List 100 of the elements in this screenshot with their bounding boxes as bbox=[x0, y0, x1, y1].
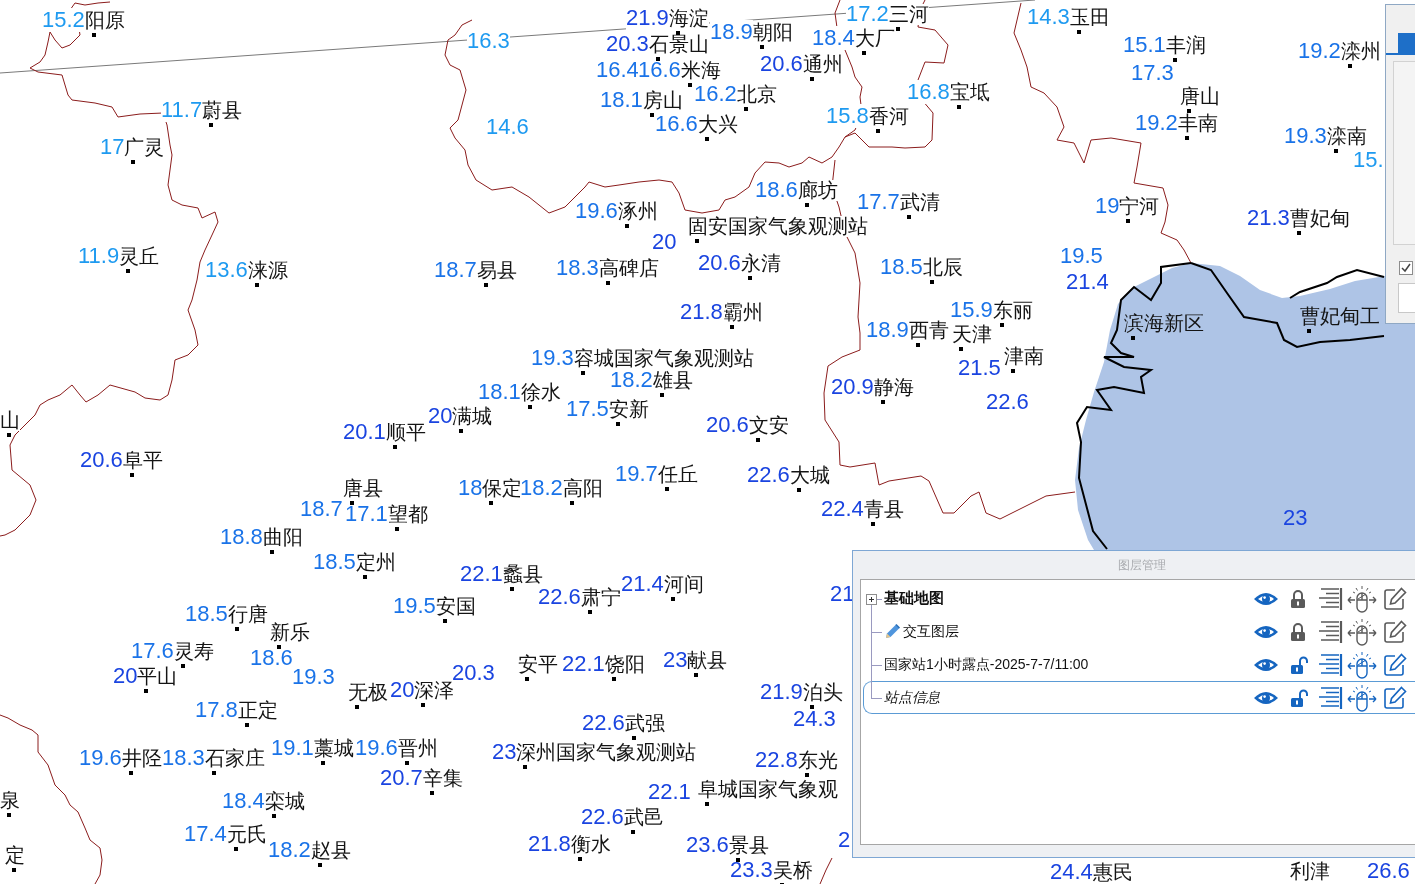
expand-icon[interactable] bbox=[866, 593, 877, 605]
layer-row[interactable]: 站点信息 bbox=[863, 681, 1415, 714]
station-marker-icon bbox=[131, 159, 136, 164]
station-marker-icon bbox=[421, 702, 426, 707]
mouse-icon[interactable] bbox=[1347, 584, 1377, 613]
station-name: 曹妃甸 bbox=[1289, 207, 1350, 229]
station-marker-icon bbox=[755, 437, 760, 442]
station-marker-icon bbox=[129, 472, 134, 477]
station-marker-icon bbox=[624, 223, 629, 228]
station-name: 滦州 bbox=[1340, 40, 1381, 62]
eye-icon[interactable] bbox=[1253, 656, 1279, 673]
station-name: 高阳 bbox=[562, 477, 603, 499]
station-marker-icon bbox=[611, 676, 616, 681]
station-marker-icon bbox=[804, 202, 809, 207]
dew-point-value: 18.4 bbox=[812, 26, 855, 50]
station-name: 惠民 bbox=[1092, 861, 1133, 883]
station-name: 赵县 bbox=[310, 839, 351, 861]
edit-icon[interactable] bbox=[1383, 685, 1407, 710]
station-marker-icon bbox=[394, 526, 399, 531]
station-marker-icon bbox=[915, 342, 920, 347]
station-name: 利津 bbox=[1290, 860, 1330, 882]
dew-point-value: 23 bbox=[1283, 506, 1308, 530]
station-marker-icon bbox=[809, 704, 814, 709]
station-marker-icon bbox=[509, 586, 514, 591]
station-marker-icon bbox=[804, 772, 809, 777]
list-icon[interactable] bbox=[1317, 619, 1343, 644]
eye-icon[interactable] bbox=[1253, 623, 1279, 640]
station-marker-icon bbox=[1076, 29, 1081, 34]
eye-icon[interactable] bbox=[1253, 689, 1279, 706]
station-name: 徐水 bbox=[520, 381, 561, 403]
layer-name: 基础地图 bbox=[884, 589, 944, 608]
station-marker-icon bbox=[1131, 335, 1135, 340]
station-marker-icon bbox=[615, 421, 620, 426]
list-icon[interactable] bbox=[1317, 586, 1343, 611]
layer-row[interactable]: 交互图层 bbox=[863, 615, 1415, 648]
station-name: 广灵 bbox=[124, 136, 165, 158]
layer-row[interactable]: 基础地图 bbox=[863, 582, 1415, 615]
station-marker-icon bbox=[659, 392, 664, 397]
station-name: 阜平 bbox=[122, 449, 163, 471]
station-name: 河间 bbox=[663, 573, 704, 595]
station-marker-icon bbox=[12, 867, 16, 872]
mouse-icon[interactable] bbox=[1347, 617, 1377, 646]
station-name: 井陉 bbox=[121, 747, 162, 769]
station-marker-icon bbox=[735, 857, 740, 862]
station-name: 武清 bbox=[899, 191, 940, 213]
edit-icon[interactable] bbox=[1383, 652, 1407, 677]
layer-row[interactable]: 国家站1小时露点-2025-7-7/11:00 bbox=[863, 648, 1415, 681]
station-name: 平山 bbox=[137, 665, 178, 687]
pencil-icon bbox=[884, 623, 901, 640]
eye-icon[interactable] bbox=[1253, 590, 1279, 607]
station-marker-icon bbox=[254, 282, 259, 287]
station-name: 海淀 bbox=[668, 7, 709, 29]
station-name: 无极 bbox=[348, 681, 388, 703]
unlocked-icon[interactable] bbox=[1289, 654, 1309, 675]
station-marker-icon bbox=[670, 596, 675, 601]
layer-name: 交互图层 bbox=[903, 622, 959, 641]
checkbox[interactable] bbox=[1399, 261, 1413, 275]
station-name: 宁河 bbox=[1119, 195, 1160, 217]
station-name: 大厂 bbox=[854, 27, 895, 49]
station-marker-icon bbox=[587, 609, 592, 614]
station-name: 涿州 bbox=[617, 200, 658, 222]
unlocked-icon[interactable] bbox=[1289, 687, 1309, 708]
list-icon[interactable] bbox=[1317, 652, 1343, 677]
station-marker-icon bbox=[655, 56, 660, 61]
station-name: 西青 bbox=[908, 319, 949, 341]
station-name: 灵寿 bbox=[173, 640, 214, 662]
station-marker-icon bbox=[664, 486, 669, 491]
station-name: 山 bbox=[0, 409, 20, 431]
station-name: 东丽 bbox=[992, 299, 1033, 321]
province-border bbox=[819, 857, 833, 884]
station-name: 曹妃甸工 bbox=[1300, 305, 1380, 327]
station-marker-icon bbox=[320, 760, 325, 765]
station-marker-icon bbox=[695, 238, 699, 243]
station-marker-icon bbox=[404, 760, 409, 765]
station-marker-icon bbox=[7, 812, 11, 817]
station-marker-icon bbox=[747, 275, 752, 280]
station-marker-icon bbox=[525, 676, 529, 681]
station-marker-icon bbox=[1296, 230, 1301, 235]
list-icon[interactable] bbox=[1317, 685, 1343, 710]
station-marker-icon bbox=[796, 487, 801, 492]
edit-icon[interactable] bbox=[1383, 619, 1407, 644]
station-marker-icon bbox=[743, 106, 748, 111]
edit-icon[interactable] bbox=[1383, 586, 1407, 611]
station-marker-icon bbox=[906, 214, 911, 219]
station-marker-icon bbox=[527, 404, 532, 409]
station-name: 北京 bbox=[736, 83, 777, 105]
dew-point-value: 15.8 bbox=[826, 104, 869, 128]
mouse-icon[interactable] bbox=[1347, 650, 1377, 679]
station-marker-icon bbox=[895, 26, 900, 31]
dew-point-value: 15.2 bbox=[42, 8, 85, 32]
mouse-icon[interactable] bbox=[1347, 683, 1377, 712]
station-marker-icon bbox=[580, 370, 585, 375]
station-name: 元氏 bbox=[226, 823, 267, 845]
station-marker-icon bbox=[759, 44, 764, 49]
station-marker-icon bbox=[880, 399, 885, 404]
station-name: 大兴 bbox=[697, 113, 738, 135]
station-marker-icon bbox=[1011, 368, 1015, 373]
station-marker-icon bbox=[483, 282, 488, 287]
station-name: 辛集 bbox=[422, 767, 463, 789]
station-name: 正定 bbox=[237, 699, 278, 721]
